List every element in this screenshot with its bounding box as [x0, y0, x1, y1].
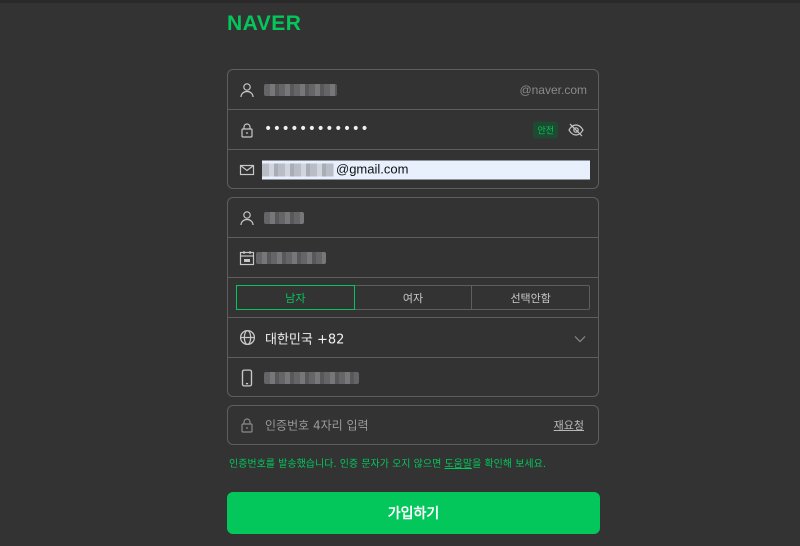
email-local-redacted — [262, 163, 334, 177]
gender-selector: 남자 여자 선택안함 — [236, 285, 590, 310]
birthdate-value-redacted — [256, 251, 326, 264]
notice-text-before: 인증번호를 발송했습니다. 인증 문자가 오지 않으면 — [229, 459, 445, 470]
verification-code-input[interactable]: 인증번호 4자리 입력 — [265, 417, 369, 434]
gender-option-male[interactable]: 남자 — [236, 285, 355, 310]
phone-icon — [238, 369, 256, 387]
email-domain: @gmail.com — [336, 161, 409, 177]
phone-row[interactable] — [228, 358, 598, 398]
account-box: @naver.com •••••••••••• 안전 @gmail.com — [227, 69, 599, 189]
verification-notice: 인증번호를 발송했습니다. 인증 문자가 오지 않으면 도움말을 확인해 보세요… — [229, 455, 546, 470]
id-domain-suffix: @naver.com — [519, 82, 587, 97]
lock-icon — [238, 416, 256, 434]
country-row[interactable]: 대한민국 +82 — [228, 318, 598, 358]
email-row[interactable]: @gmail.com — [228, 150, 598, 190]
help-link[interactable]: 도움말 — [444, 459, 472, 470]
gender-row: 남자 여자 선택안함 — [228, 278, 598, 318]
top-border — [0, 0, 800, 3]
naver-logo[interactable]: NAVER — [227, 12, 301, 36]
lock-icon — [238, 121, 256, 139]
phone-value-redacted — [264, 372, 359, 384]
birthdate-row[interactable] — [228, 238, 598, 278]
signup-submit-button[interactable]: 가입하기 — [227, 492, 600, 534]
name-value-redacted — [264, 211, 304, 224]
id-value-redacted — [264, 83, 337, 96]
verification-box: 인증번호 4자리 입력 재요청 — [227, 405, 599, 445]
country-code-select[interactable]: 대한민국 +82 — [265, 328, 344, 347]
calendar-icon — [238, 249, 256, 267]
notice-text-after: 을 확인해 보세요. — [472, 459, 546, 470]
resend-link[interactable]: 재요청 — [554, 417, 584, 433]
verification-row[interactable]: 인증번호 4자리 입력 재요청 — [228, 406, 598, 444]
id-row[interactable]: @naver.com — [228, 70, 598, 110]
mail-icon — [238, 161, 256, 179]
chevron-down-icon[interactable] — [574, 328, 586, 347]
globe-icon — [238, 329, 256, 347]
email-input[interactable]: @gmail.com — [262, 160, 590, 180]
profile-box: 남자 여자 선택안함 대한민국 +82 — [227, 197, 599, 397]
name-row[interactable] — [228, 198, 598, 238]
user-icon — [238, 209, 256, 227]
gender-option-female[interactable]: 여자 — [355, 286, 473, 309]
gender-option-none[interactable]: 선택안함 — [472, 286, 589, 309]
password-row[interactable]: •••••••••••• 안전 — [228, 110, 598, 150]
password-value: •••••••••••• — [264, 120, 370, 137]
password-strength-badge: 안전 — [533, 121, 558, 138]
user-icon — [238, 81, 256, 99]
eye-off-icon[interactable] — [568, 122, 584, 138]
